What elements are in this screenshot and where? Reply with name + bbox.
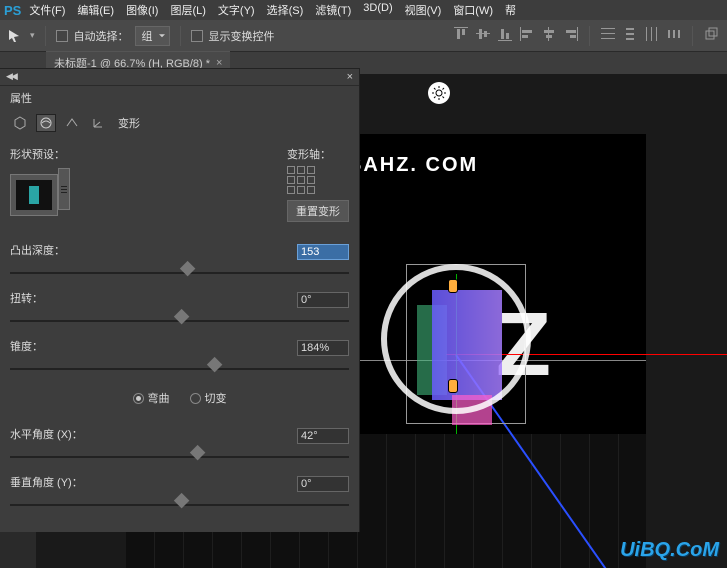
align-left-icon[interactable] — [519, 26, 535, 42]
align-vcenter-icon[interactable] — [475, 26, 491, 42]
show-transform-checkbox[interactable] — [191, 30, 203, 42]
align-top-icon[interactable] — [453, 26, 469, 42]
v-angle-label: 垂直角度 (Y)： — [10, 474, 83, 490]
mode-cap-icon[interactable] — [62, 114, 82, 132]
align-bottom-icon[interactable] — [497, 26, 513, 42]
move-tool-icon — [8, 29, 24, 43]
extrude-depth-label: 凸出深度： — [10, 242, 65, 258]
taper-label: 锥度： — [10, 338, 43, 354]
chevron-down-icon[interactable]: ▾ — [30, 30, 35, 41]
reset-deform-button[interactable]: 重置变形 — [287, 200, 349, 222]
panel-mode-tabs: 变形 — [0, 110, 359, 136]
radio-off-icon — [190, 393, 201, 404]
3d-handle-top[interactable] — [448, 279, 458, 293]
deform-axis-label: 变形轴： — [287, 146, 349, 162]
panel-body: 形状预设： 变形轴： 重置变形 凸出深度： — [0, 136, 359, 522]
radio-on-icon — [133, 393, 144, 404]
menu-bar: PS 文件(F) 编辑(E) 图像(I) 图层(L) 文字(Y) 选择(S) 滤… — [0, 0, 727, 20]
twist-param: 扭转： — [10, 290, 349, 328]
shape-preset-dropdown[interactable] — [58, 168, 70, 210]
app-logo: PS — [4, 3, 21, 18]
shear-radio-label: 切变 — [205, 390, 227, 406]
v-angle-input[interactable] — [297, 476, 349, 492]
twist-input[interactable] — [297, 292, 349, 308]
shape-preset-picker[interactable] — [10, 174, 58, 216]
v-angle-param: 垂直角度 (Y)： — [10, 474, 349, 512]
properties-panel: ◀◀ × 属性 变形 形状预设： 变形轴： — [0, 68, 360, 532]
menu-window[interactable]: 窗口(W) — [453, 2, 493, 18]
shape-preset-label: 形状预设： — [10, 146, 70, 162]
bend-radio[interactable]: 弯曲 — [133, 390, 170, 406]
panel-close-icon[interactable]: × — [347, 71, 353, 83]
extrude-depth-slider[interactable] — [10, 266, 349, 280]
3d-handle-bottom[interactable] — [448, 379, 458, 393]
twist-label: 扭转： — [10, 290, 43, 306]
distribute-left-icon[interactable] — [666, 26, 682, 42]
light-widget-icon[interactable] — [428, 82, 450, 104]
menu-file[interactable]: 文件(F) — [29, 2, 65, 18]
divider — [180, 26, 181, 46]
h-angle-input[interactable] — [297, 428, 349, 444]
main-menu: 文件(F) 编辑(E) 图像(I) 图层(L) 文字(Y) 选择(S) 滤镜(T… — [29, 2, 516, 18]
taper-slider[interactable] — [10, 362, 349, 376]
preset-row: 形状预设： 变形轴： 重置变形 — [10, 142, 349, 232]
panel-mode-label: 变形 — [118, 115, 140, 131]
show-transform-label: 显示变换控件 — [209, 28, 275, 44]
watermark: UiBQ.CoM — [620, 539, 719, 562]
panel-title: 属性 — [0, 86, 359, 110]
mode-coords-icon[interactable] — [88, 114, 108, 132]
mode-mesh-icon[interactable] — [10, 114, 30, 132]
menu-view[interactable]: 视图(V) — [405, 2, 442, 18]
menu-edit[interactable]: 编辑(E) — [77, 2, 114, 18]
menu-image[interactable]: 图像(I) — [126, 2, 158, 18]
taper-input[interactable] — [297, 340, 349, 356]
align-group — [453, 26, 719, 46]
h-angle-label: 水平角度 (X)： — [10, 426, 83, 442]
taper-param: 锥度： — [10, 338, 349, 376]
divider — [692, 26, 693, 46]
menu-type[interactable]: 文字(Y) — [218, 2, 255, 18]
h-angle-slider[interactable] — [10, 450, 349, 464]
menu-select[interactable]: 选择(S) — [267, 2, 304, 18]
extrude-depth-param: 凸出深度： — [10, 242, 349, 280]
deform-axis-grid[interactable] — [287, 166, 315, 194]
extrude-depth-input[interactable] — [297, 244, 349, 260]
menu-help[interactable]: 帮 — [505, 2, 516, 18]
menu-filter[interactable]: 滤镜(T) — [315, 2, 351, 18]
auto-select-label: 自动选择： — [74, 28, 129, 44]
align-hcenter-icon[interactable] — [541, 26, 557, 42]
auto-select-dropdown[interactable]: 组 — [135, 26, 170, 46]
auto-select-checkbox[interactable] — [56, 30, 68, 42]
bend-radio-label: 弯曲 — [148, 390, 170, 406]
distribute-vcenter-icon[interactable] — [622, 26, 638, 42]
panel-header: ◀◀ × — [0, 69, 359, 86]
divider — [589, 26, 590, 46]
distribute-bottom-icon[interactable] — [644, 26, 660, 42]
v-angle-slider[interactable] — [10, 498, 349, 512]
menu-3d[interactable]: 3D(D) — [363, 2, 392, 18]
3d-mode-icon[interactable] — [703, 26, 719, 42]
menu-layer[interactable]: 图层(L) — [170, 2, 205, 18]
align-right-icon[interactable] — [563, 26, 579, 42]
h-angle-param: 水平角度 (X)： — [10, 426, 349, 464]
twist-slider[interactable] — [10, 314, 349, 328]
divider — [45, 26, 46, 46]
shear-radio[interactable]: 切变 — [190, 390, 227, 406]
distribute-top-icon[interactable] — [600, 26, 616, 42]
bend-shear-radios: 弯曲 切变 — [10, 380, 349, 416]
flyout-left-icon[interactable]: ◀◀ — [6, 71, 16, 83]
options-bar: ▾ 自动选择： 组 显示变换控件 — [0, 20, 727, 52]
mode-deform-icon[interactable] — [36, 114, 56, 132]
